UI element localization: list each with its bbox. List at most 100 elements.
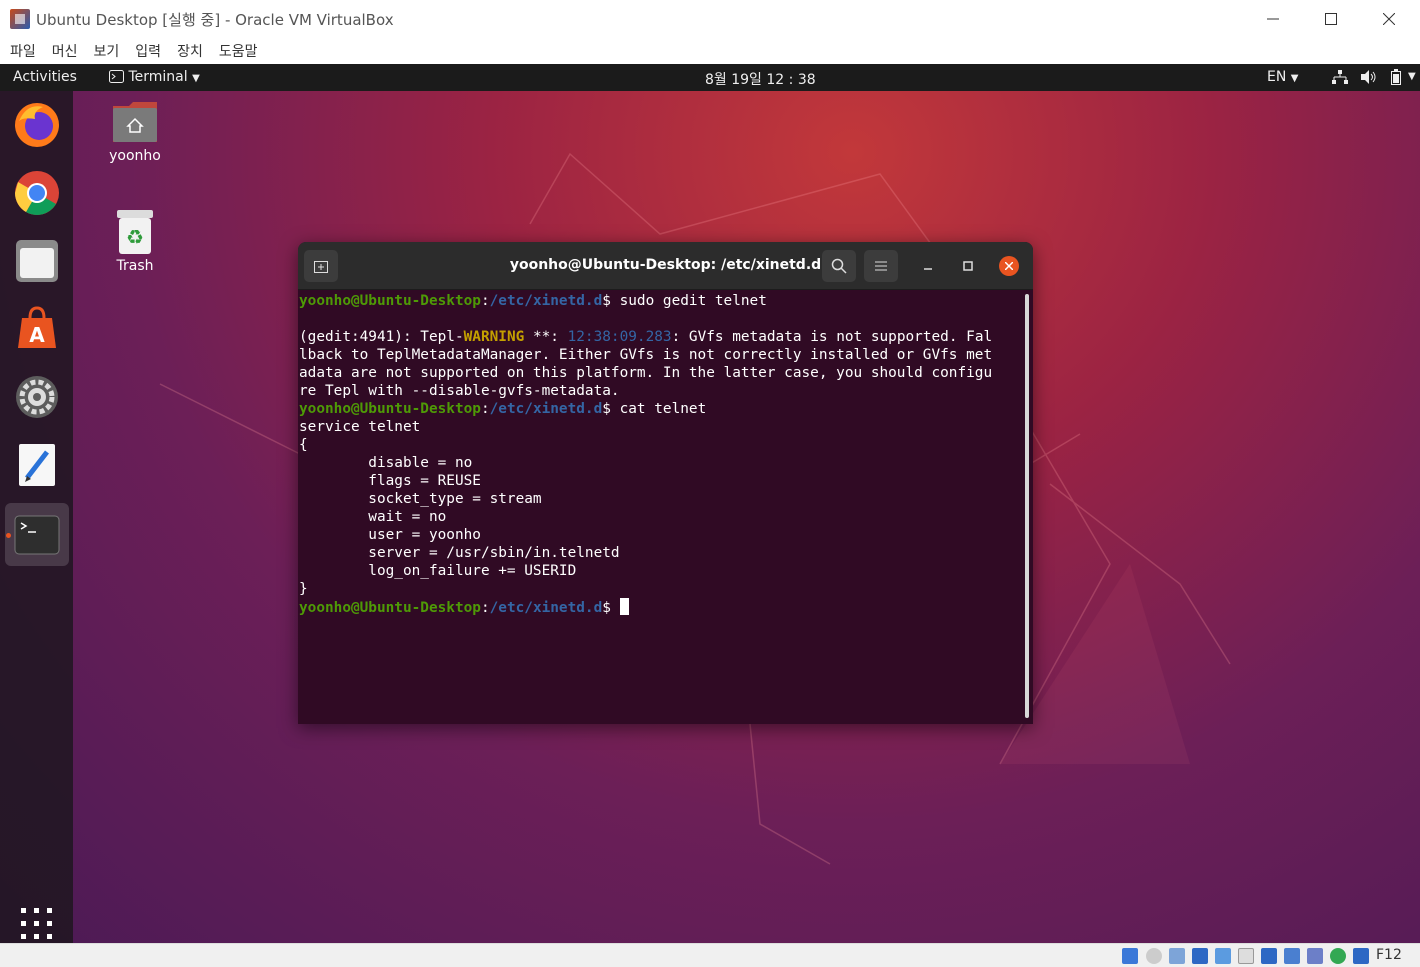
search-icon [831,258,847,274]
display-icon[interactable] [1261,948,1277,964]
terminal-dock-icon[interactable] [13,511,61,559]
terminal-maximize-button[interactable] [958,256,978,276]
prompt-path: /etc/xinetd.d [489,600,603,616]
terminal-line: lback to TeplMetadataManager. Either GVf… [299,347,993,363]
chrome-icon [15,171,59,215]
firefox-icon [15,103,59,147]
system-menu-arrow-icon[interactable]: ▼ [1408,71,1416,82]
prompt-path: /etc/xinetd.d [489,293,603,309]
close-icon [1383,13,1395,25]
terminal-close-button[interactable] [999,256,1019,276]
host-key-label: F12 [1376,947,1402,963]
menu-machine[interactable]: 머신 [52,41,78,61]
network-adapter-icon[interactable] [1192,948,1208,964]
dock: A [0,91,73,943]
prompt-user: yoonho@Ubuntu-Desktop [299,600,481,616]
battery-icon[interactable] [1391,69,1401,85]
minimize-button[interactable] [1244,0,1302,38]
new-tab-button[interactable] [304,250,338,282]
clock[interactable]: 8월 19일 12 : 38 [705,69,816,89]
maximize-icon [1325,13,1337,25]
desktop-home-label: yoonho [109,148,161,164]
trash-icon: ♻ [117,210,153,254]
window-title: Ubuntu Desktop [실행 중] - Oracle VM Virtua… [36,10,394,29]
hard-disk-icon[interactable] [1122,948,1138,964]
menu-devices[interactable]: 장치 [177,41,203,61]
terminal-line: re Tepl with --disable-gvfs-metadata. [299,383,620,399]
usb-icon[interactable] [1215,948,1231,964]
search-button[interactable] [822,250,856,282]
menu-help[interactable]: 도움말 [219,41,258,61]
menu-input[interactable]: 입력 [135,41,161,61]
warning-timestamp: 12:38:09.283 [567,329,672,345]
show-applications-button[interactable] [13,907,61,941]
file-line: server = /usr/sbin/in.telnetd [299,545,620,561]
terminal-line: yoonho@Ubuntu-Desktop:/etc/xinetd.d$ [299,598,1023,616]
terminal-output[interactable]: yoonho@Ubuntu-Desktop:/etc/xinetd.d$ sud… [298,292,1023,724]
volume-icon[interactable] [1361,70,1377,84]
terminal-headerbar[interactable]: yoonho@Ubuntu-Desktop: /etc/xinetd.d [298,242,1033,290]
text-cursor [619,598,629,615]
file-line: service telnet [299,419,421,435]
mouse-integration-icon[interactable] [1353,948,1369,964]
text-editor-dock-icon[interactable] [13,441,61,489]
close-button[interactable] [1360,0,1418,38]
settings-dock-icon[interactable] [13,373,61,421]
terminal-minimize-button[interactable] [918,256,938,276]
shared-folders-icon[interactable] [1238,948,1254,964]
menu-button[interactable] [864,250,898,282]
menu-file[interactable]: 파일 [10,41,36,61]
app-menu-label: Terminal [128,69,188,85]
file-line: user = yoonho [299,527,481,543]
network-icon[interactable] [1332,70,1348,84]
recording-icon[interactable] [1284,948,1300,964]
language-selector[interactable]: EN ▼ [1267,69,1298,85]
menu-view[interactable]: 보기 [94,41,120,61]
warning-prefix: (gedit:4941): Tepl- [299,329,464,345]
close-icon [1005,262,1013,270]
ubuntu-software-dock-icon[interactable]: A [13,305,61,353]
optical-drive-icon[interactable] [1146,948,1162,964]
new-tab-icon [314,261,328,273]
vbox-menubar: 파일 머신 보기 입력 장치 도움말 [0,38,1420,64]
warning-stars: **: [524,329,568,345]
terminal-line: yoonho@Ubuntu-Desktop:/etc/xinetd.d$ cat… [299,401,707,417]
terminal-window[interactable]: yoonho@Ubuntu-Desktop: /etc/xinetd.d yoo… [298,242,1033,724]
prompt-path: /etc/xinetd.d [489,401,603,417]
file-line: log_on_failure += USERID [299,563,577,579]
file-line: flags = REUSE [299,473,481,489]
terminal-line: yoonho@Ubuntu-Desktop:/etc/xinetd.d$ sud… [299,293,767,309]
maximize-button[interactable] [1302,0,1360,38]
file-line: socket_type = stream [299,491,542,507]
desktop-home-folder[interactable]: yoonho [95,100,175,164]
chevron-down-icon: ▼ [1290,73,1299,84]
activities-button[interactable]: Activities [13,69,77,85]
terminal-scrollbar[interactable] [1025,294,1029,718]
minimize-icon [1267,18,1279,20]
prompt-user: yoonho@Ubuntu-Desktop [299,401,481,417]
home-folder-icon [113,102,157,142]
audio-icon[interactable] [1169,948,1185,964]
gear-icon [16,376,58,418]
terminal-line: (gedit:4941): Tepl-WARNING **: 12:38:09.… [299,328,1023,346]
virtualbox-icon [10,9,30,29]
files-dock-icon[interactable] [13,237,61,285]
running-indicator [6,533,11,538]
grid-icon [21,908,52,939]
warning-text: : GVfs metadata is not supported. Fal [671,329,993,345]
desktop-trash[interactable]: ♻ Trash [95,210,175,274]
firefox-dock-icon[interactable] [13,101,61,149]
app-menu-button[interactable]: Terminal ▼ [109,69,200,85]
virtualization-icon[interactable] [1307,948,1323,964]
terminal-icon [14,515,60,555]
terminal-small-icon [109,70,124,83]
vbox-titlebar: Ubuntu Desktop [실행 중] - Oracle VM Virtua… [0,0,1420,38]
svg-text:A: A [29,323,45,347]
chrome-dock-icon[interactable] [13,169,61,217]
guest-additions-icon[interactable] [1330,948,1346,964]
command-text: sudo gedit telnet [619,293,767,309]
command-text: cat telnet [619,401,707,417]
language-label: EN [1267,69,1287,85]
hamburger-menu-icon [875,261,887,271]
